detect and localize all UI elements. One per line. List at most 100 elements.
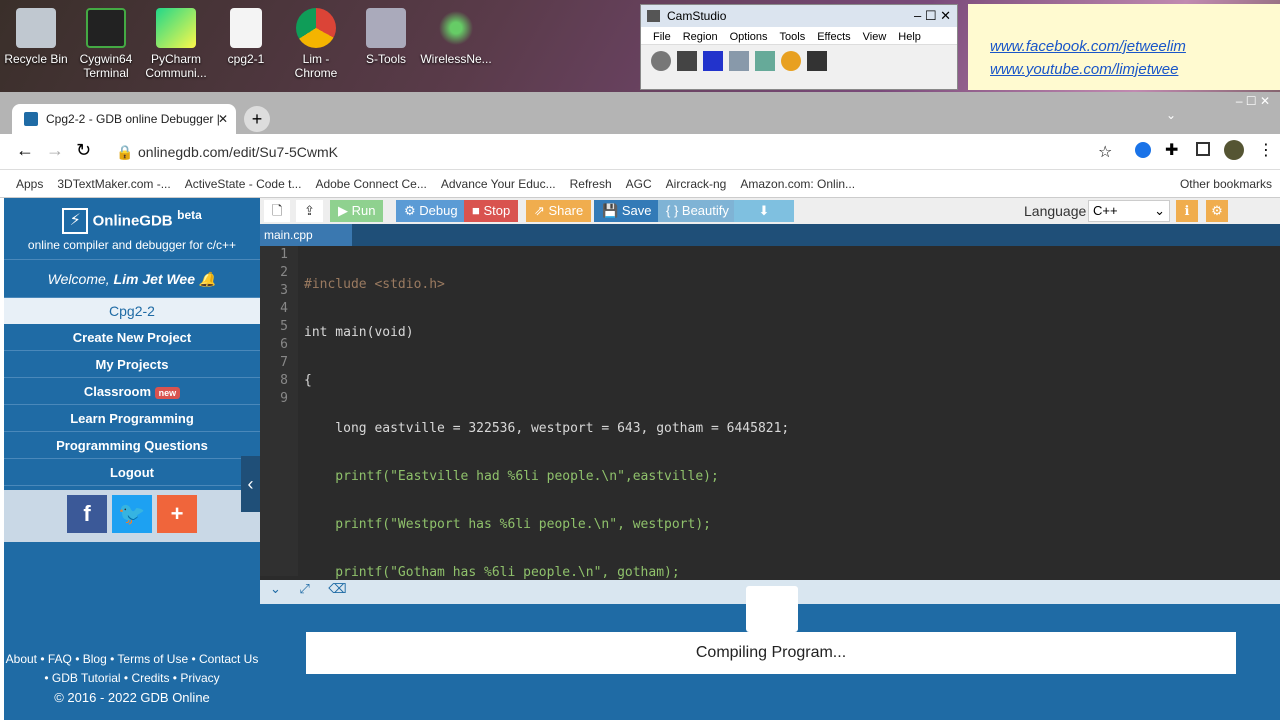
share-button[interactable]: ⇗ Share	[526, 200, 592, 222]
desktop-icon-recycle-bin[interactable]: Recycle Bin	[0, 8, 72, 66]
run-button[interactable]: ▶ Run	[330, 200, 384, 222]
bookmark-agc[interactable]: AGC	[626, 177, 652, 191]
effects-icon[interactable]	[807, 51, 827, 71]
desktop-icon-wireless[interactable]: WirelessNe...	[420, 8, 492, 66]
expand-icon[interactable]: ⤢	[299, 581, 309, 596]
code-line: long eastville = 322536, westport = 643,…	[304, 421, 790, 436]
desktop-icon-pycharm[interactable]: PyCharm Communi...	[140, 8, 212, 80]
nav-learn-programming[interactable]: Learn Programming	[4, 405, 260, 432]
youtube-link[interactable]: www.youtube.com/limjetwee	[990, 61, 1280, 78]
menu-view[interactable]: View	[863, 31, 887, 44]
tab-search-icon[interactable]: ⌄	[1166, 108, 1176, 122]
clear-icon[interactable]: ⌫	[328, 581, 346, 596]
footer-links-2[interactable]: • GDB Tutorial • Credits • Privacy	[4, 669, 260, 688]
url-field[interactable]: 🔒 onlinegdb.com/edit/Su7-5CwmK	[108, 139, 1088, 165]
options-icon[interactable]	[755, 51, 775, 71]
bookmark-apps[interactable]: Apps	[16, 177, 43, 191]
browser-tab[interactable]: Cpg2-2 - GDB online Debugger | ✕	[12, 104, 236, 134]
menu-help[interactable]: Help	[898, 31, 921, 44]
pause-icon[interactable]	[677, 51, 697, 71]
terminal-icon	[86, 8, 126, 48]
extensions-puzzle-icon[interactable]: ✚	[1165, 140, 1178, 160]
compiling-status: Compiling Program...	[306, 632, 1236, 674]
forward-icon[interactable]: →	[46, 140, 64, 161]
menu-dots-icon[interactable]: ⋮	[1258, 140, 1274, 160]
code-editor[interactable]: 1 2 3 4 5 6 7 8 9 #include <stdio.h> int…	[260, 246, 1280, 628]
chevron-down-icon[interactable]: ⌄	[270, 581, 281, 596]
gear-icon[interactable]: ⚙	[1206, 200, 1228, 222]
code-line: {	[304, 373, 312, 388]
other-bookmarks[interactable]: Other bookmarks	[1180, 177, 1280, 191]
record-icon[interactable]	[651, 51, 671, 71]
download-icon[interactable]: ⬇	[734, 200, 794, 222]
bookmark-refresh[interactable]: Refresh	[570, 177, 612, 191]
stools-icon	[366, 8, 406, 48]
save-button[interactable]: 💾 Save	[594, 200, 660, 222]
add-share-icon[interactable]: +	[157, 495, 197, 533]
footer-links-1[interactable]: About • FAQ • Blog • Terms of Use • Cont…	[4, 650, 260, 669]
bookmark-advance-your-educ[interactable]: Advance Your Educ...	[441, 177, 556, 191]
menu-options[interactable]: Options	[730, 31, 768, 44]
menu-region[interactable]: Region	[683, 31, 718, 44]
stop-button[interactable]: ■ Stop	[464, 200, 519, 222]
nav-logout[interactable]: Logout	[4, 459, 260, 486]
debug-button[interactable]: ⚙ Debug	[396, 200, 466, 222]
line-gutter: 1 2 3 4 5 6 7 8 9	[260, 246, 298, 576]
desktop-icon-chrome[interactable]: Lim - Chrome	[280, 8, 352, 80]
nav-my-projects[interactable]: My Projects	[4, 351, 260, 378]
wireless-icon	[436, 8, 476, 48]
bookmark-adobe-connect[interactable]: Adobe Connect Ce...	[315, 177, 426, 191]
active-project[interactable]: Cpg2-2	[4, 298, 260, 324]
desktop-icon-cpg2-1[interactable]: cpg2-1	[210, 8, 282, 66]
extension-icon[interactable]	[1135, 142, 1151, 158]
nav-create-new-project[interactable]: Create New Project	[4, 324, 260, 351]
recycle-bin-icon	[16, 8, 56, 48]
bookmark-amazon[interactable]: Amazon.com: Onlin...	[740, 177, 855, 191]
side-panel-icon[interactable]	[1196, 142, 1210, 156]
menu-file[interactable]: File	[653, 31, 671, 44]
collapse-sidebar-button[interactable]: ‹	[241, 456, 260, 512]
facebook-link[interactable]: www.facebook.com/jetweelim	[990, 38, 1280, 55]
copyright: © 2016 - 2022 GDB Online	[54, 690, 210, 705]
browser-window: Cpg2-2 - GDB online Debugger | ✕ + ‒ ☐ ✕…	[0, 92, 1280, 720]
reload-icon[interactable]: ↻	[76, 140, 91, 161]
bookmark-activestate[interactable]: ActiveState - Code t...	[185, 177, 302, 191]
profile-avatar[interactable]	[1224, 140, 1244, 160]
file-tabs: main.cpp	[260, 224, 1280, 246]
welcome-message: Welcome, Lim Jet Wee 🔔	[4, 260, 260, 298]
editor-panel: 🗋 ⇪ ▶ Run ⚙ Debug ■ Stop ⇗ Share 💾 Save …	[260, 198, 1280, 720]
sidebar-footer: About • FAQ • Blog • Terms of Use • Cont…	[4, 650, 260, 707]
facebook-icon[interactable]: f	[67, 495, 107, 533]
stop-icon[interactable]	[703, 51, 723, 71]
chevron-down-icon: ⌄	[1154, 203, 1165, 218]
bell-icon[interactable]: 🔔	[199, 271, 216, 287]
new-tab-button[interactable]: +	[244, 106, 270, 132]
new-file-icon[interactable]: 🗋	[264, 200, 291, 222]
region-icon[interactable]	[729, 51, 749, 71]
window-controls[interactable]: ‒ ☐ ✕	[914, 5, 951, 27]
nav-programming-questions[interactable]: Programming Questions	[4, 432, 260, 459]
social-share: f 🐦 +	[4, 490, 260, 542]
language-select[interactable]: C++ ⌄	[1088, 200, 1170, 222]
file-tab-main[interactable]: main.cpp	[260, 224, 352, 246]
bookmark-star-icon[interactable]: ☆	[1098, 142, 1112, 162]
menu-effects[interactable]: Effects	[817, 31, 850, 44]
camstudio-menu: File Region Options Tools Effects View H…	[641, 27, 957, 45]
twitter-icon[interactable]: 🐦	[112, 495, 152, 533]
browser-window-controls[interactable]: ‒ ☐ ✕	[1236, 94, 1270, 108]
tab-strip: Cpg2-2 - GDB online Debugger | ✕ + ‒ ☐ ✕…	[0, 92, 1280, 134]
camstudio-window[interactable]: CamStudio ‒ ☐ ✕ File Region Options Tool…	[640, 4, 958, 90]
upload-icon[interactable]: ⇪	[296, 200, 323, 222]
bookmark-3dtextmaker[interactable]: 3DTextMaker.com -...	[57, 177, 170, 191]
info-icon[interactable]: ℹ	[1176, 200, 1198, 222]
menu-tools[interactable]: Tools	[780, 31, 806, 44]
desktop-icon-cygwin[interactable]: Cygwin64 Terminal	[70, 8, 142, 80]
beautify-button[interactable]: { } Beautify	[658, 200, 737, 222]
settings-icon[interactable]	[781, 51, 801, 71]
desktop-icon-stools[interactable]: S-Tools	[350, 8, 422, 66]
camstudio-titlebar: CamStudio ‒ ☐ ✕	[641, 5, 957, 27]
bookmark-aircrack[interactable]: Aircrack-ng	[666, 177, 727, 191]
close-tab-icon[interactable]: ✕	[218, 104, 228, 134]
back-icon[interactable]: ←	[16, 140, 34, 161]
nav-classroom[interactable]: Classroom new	[4, 378, 260, 405]
